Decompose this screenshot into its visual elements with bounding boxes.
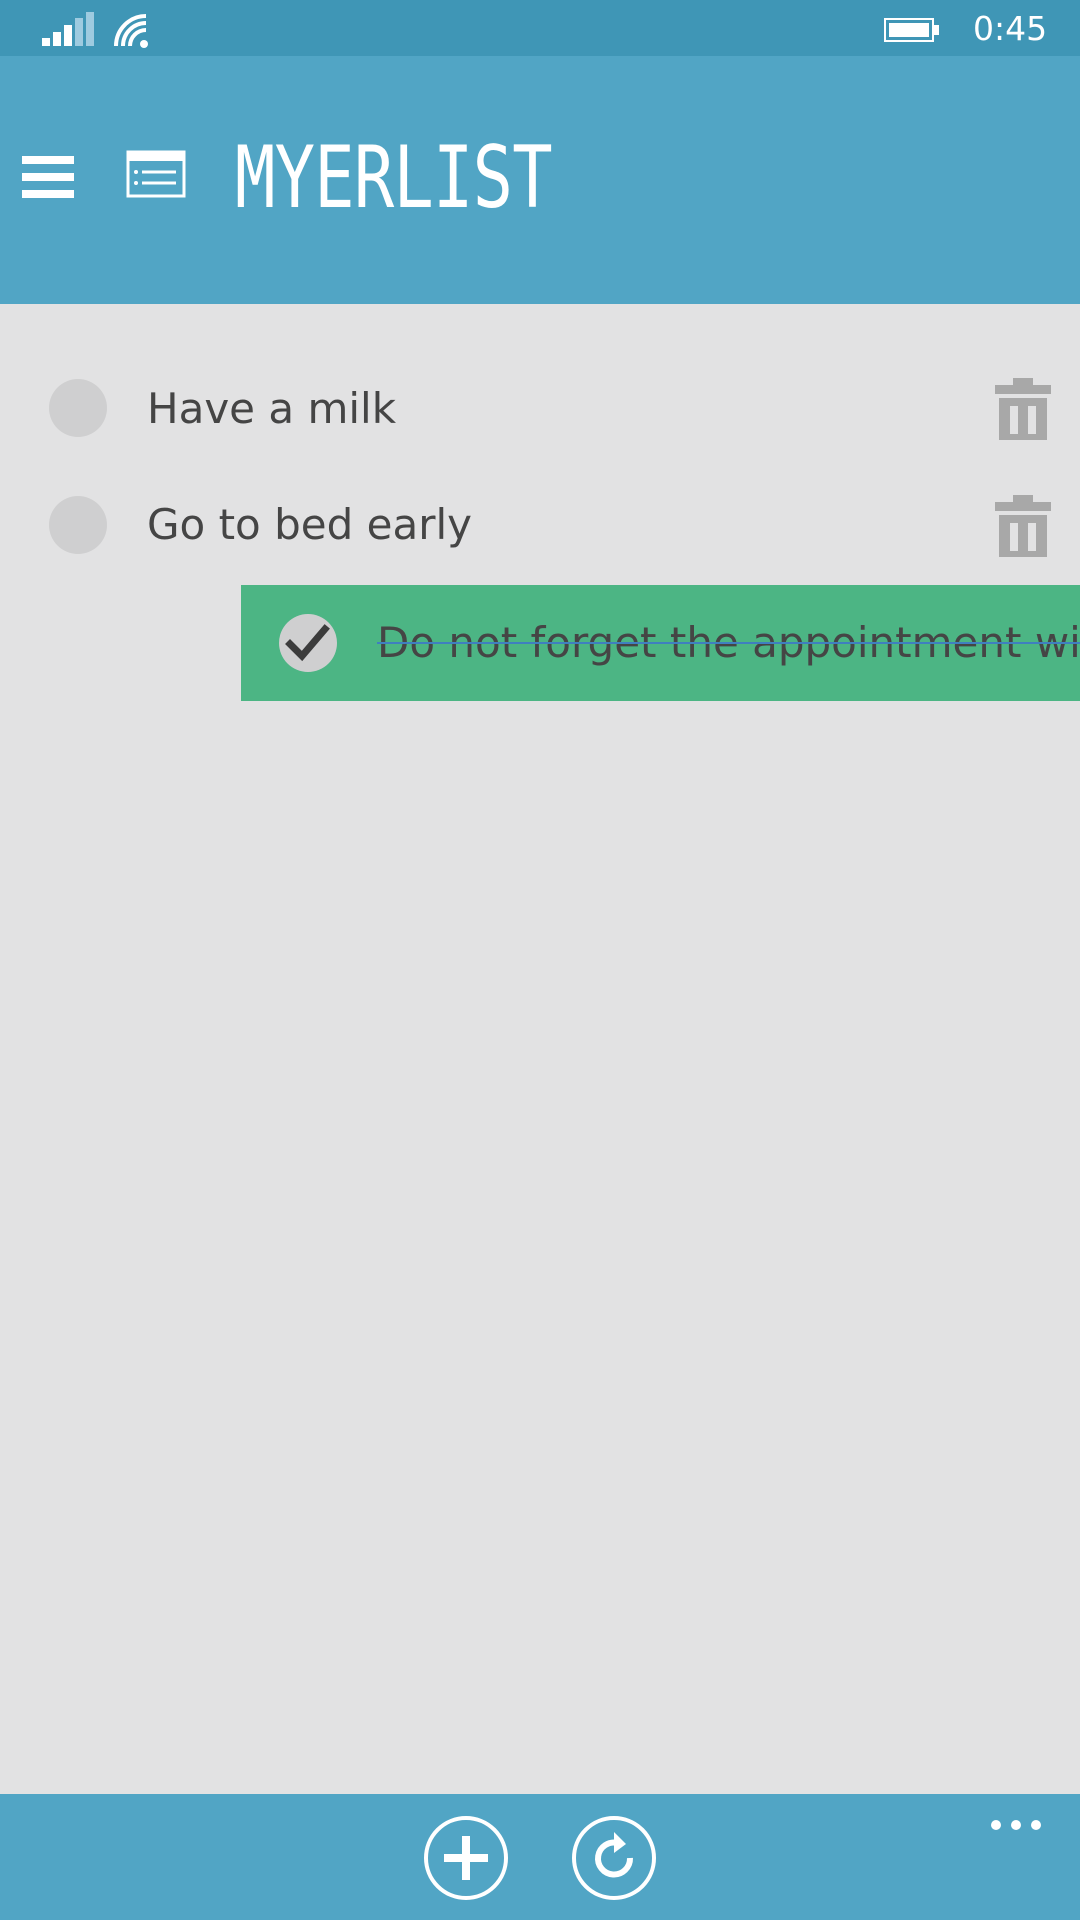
task-text: Go to bed early	[147, 500, 472, 549]
battery-icon	[884, 18, 939, 42]
quiet-hours-moon-icon	[167, 14, 191, 41]
add-icon	[444, 1836, 488, 1880]
status-time: 0:45	[973, 9, 1048, 48]
task-item[interactable]: Have a milk	[0, 304, 1080, 440]
sync-icon	[595, 1832, 634, 1878]
trash-icon[interactable]	[995, 495, 1051, 557]
signal-icon	[42, 12, 94, 46]
checkmark-icon	[285, 624, 330, 662]
app-bar	[0, 1794, 1080, 1920]
wifi-icon	[114, 14, 148, 48]
task-item[interactable]: Go to bed early	[0, 420, 1080, 557]
more-icon[interactable]	[990, 1818, 1042, 1832]
strikethrough-line	[377, 642, 1080, 644]
task-checkbox[interactable]	[49, 496, 107, 554]
list-icon	[126, 150, 186, 198]
task-checkbox-checked[interactable]	[279, 614, 337, 672]
status-bar: 0:45	[0, 0, 1080, 56]
add-button[interactable]	[424, 1816, 508, 1900]
app-title: MYERLIST	[235, 128, 553, 228]
sync-button[interactable]	[572, 1816, 656, 1900]
completed-task-item[interactable]: Do not forget the appointment with r	[241, 585, 1080, 701]
hamburger-menu-icon[interactable]	[22, 156, 74, 198]
app-header: MYERLIST	[0, 56, 1080, 304]
